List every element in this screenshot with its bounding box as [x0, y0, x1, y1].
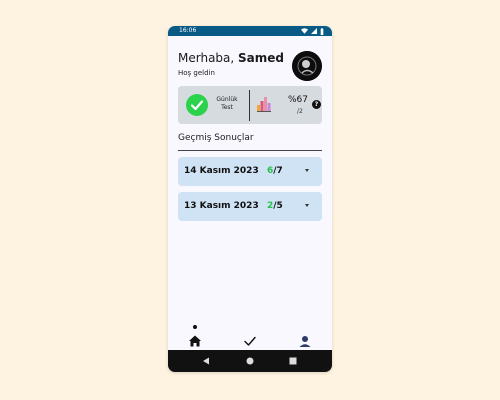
- daily-test-line2: Test: [221, 104, 233, 111]
- chevron-down-icon[interactable]: [305, 204, 309, 207]
- result-date: 13 Kasım 2023: [184, 201, 259, 211]
- history-divider: [178, 150, 322, 151]
- avatar[interactable]: [292, 51, 322, 81]
- home-icon[interactable]: [187, 333, 203, 349]
- recents-icon[interactable]: [289, 357, 297, 365]
- status-icons: [301, 27, 324, 35]
- result-card[interactable]: 14 Kasım 2023 6/7: [178, 157, 322, 186]
- result-card[interactable]: 13 Kasım 2023 2/5: [178, 192, 322, 221]
- wifi-icon: [301, 28, 308, 34]
- check-icon[interactable]: [242, 333, 258, 349]
- success-percent: %67: [288, 95, 309, 105]
- user-name: Samed: [238, 51, 285, 65]
- system-nav-bar: [168, 350, 332, 372]
- result-total: /5: [273, 201, 283, 211]
- person-icon[interactable]: [297, 333, 313, 349]
- avatar-image: [292, 51, 322, 81]
- daily-test-line1: Günlük: [216, 96, 238, 103]
- help-icon[interactable]: ?: [312, 100, 321, 109]
- summary-divider: [249, 90, 250, 121]
- phone-screen: 16:06 Merhaba, Samed Hoş geldin Günlük T…: [168, 26, 332, 372]
- status-time: 16:06: [179, 27, 197, 34]
- result-date: 14 Kasım 2023: [184, 166, 259, 176]
- greeting-prefix: Merhaba,: [178, 51, 239, 65]
- history-title: Geçmiş Sonuçlar: [178, 133, 254, 143]
- signal-icon: [311, 28, 317, 34]
- result-score: 2/5: [267, 201, 283, 211]
- status-bar: 16:06: [168, 26, 332, 36]
- battery-icon: [320, 27, 324, 35]
- result-score: 6/7: [267, 166, 283, 176]
- bar-chart-icon: [257, 97, 271, 112]
- home-circle-icon[interactable]: [246, 357, 254, 365]
- daily-test-label[interactable]: Günlük Test: [212, 96, 242, 112]
- summary-card: Günlük Test %67 /2 ?: [178, 86, 322, 124]
- back-icon[interactable]: [202, 357, 210, 365]
- chevron-down-icon[interactable]: [305, 169, 309, 172]
- result-total: /7: [273, 166, 283, 176]
- daily-test-check-icon[interactable]: [186, 94, 208, 116]
- nav-active-indicator: [193, 325, 197, 329]
- greeting: Merhaba, Samed: [178, 51, 284, 65]
- welcome-text: Hoş geldin: [178, 69, 215, 77]
- success-sub: /2: [297, 108, 303, 115]
